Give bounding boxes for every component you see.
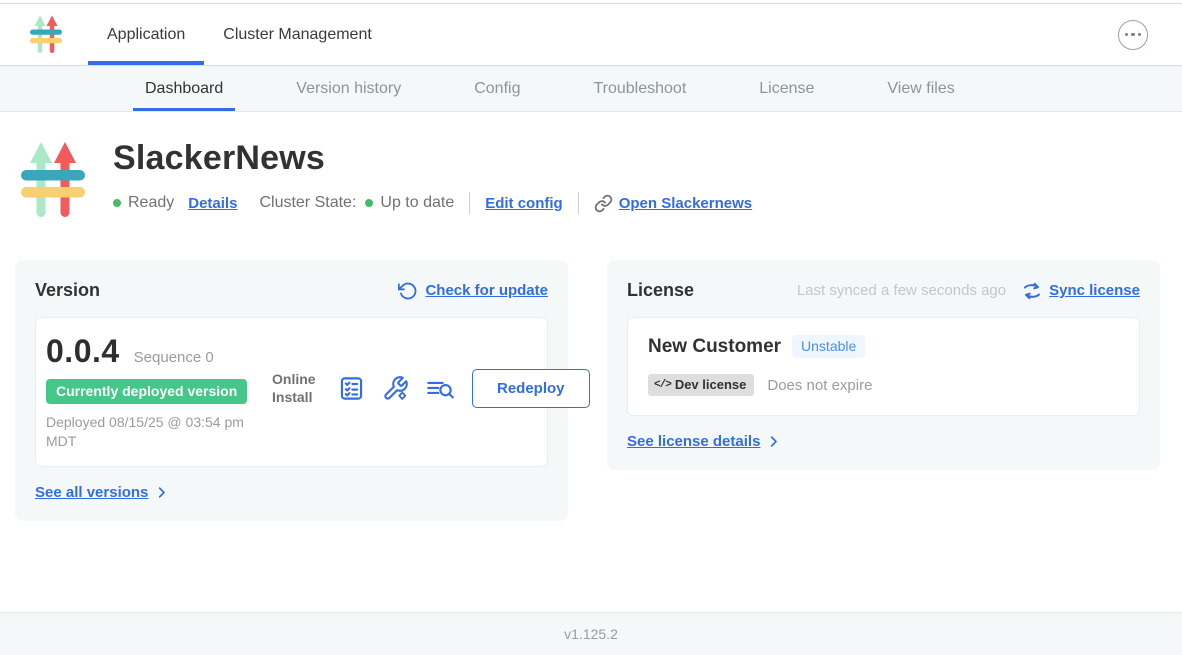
tab-view-files[interactable]: View files <box>875 66 966 111</box>
main-header: Application Cluster Management <box>0 4 1182 66</box>
header-right <box>1118 4 1182 65</box>
app-logo-small <box>0 4 88 65</box>
see-all-versions-link[interactable]: See all versions <box>35 484 548 501</box>
version-card: Version Check for update 0.0.4 Sequence … <box>15 260 568 521</box>
console-version-text: v1.125.2 <box>564 626 618 642</box>
deployed-badge: Currently deployed version <box>46 379 247 404</box>
license-type-label: Dev license <box>675 377 747 392</box>
status-divider <box>578 192 579 214</box>
app-subnav: Dashboard Version history Config Trouble… <box>0 66 1182 112</box>
console-footer: v1.125.2 <box>0 612 1182 655</box>
tab-application[interactable]: Application <box>88 4 204 65</box>
more-menu-icon[interactable] <box>1118 20 1148 50</box>
version-action-icons <box>338 375 455 402</box>
sync-license-link[interactable]: Sync license <box>1049 282 1140 299</box>
app-header-block: SlackerNews Ready Details Cluster State:… <box>0 139 1182 223</box>
slackernews-logo-icon-large <box>20 139 86 223</box>
page-title: SlackerNews <box>113 139 752 178</box>
status-divider <box>469 192 470 214</box>
cluster-state-label: Cluster State: <box>259 194 356 212</box>
open-app-label: Open Slackernews <box>619 195 752 212</box>
channel-badge: Unstable <box>792 335 865 358</box>
sync-arrows-icon <box>1022 281 1042 301</box>
tab-cluster-management[interactable]: Cluster Management <box>204 4 391 65</box>
see-license-details-label: See license details <box>627 433 760 450</box>
refresh-icon <box>398 281 418 301</box>
redeploy-button[interactable]: Redeploy <box>472 369 590 408</box>
dashboard-main: SlackerNews Ready Details Cluster State:… <box>0 112 1182 612</box>
open-app-link[interactable]: Open Slackernews <box>594 194 752 213</box>
code-icon: </> <box>654 379 671 391</box>
slackernews-logo-icon <box>28 14 64 56</box>
preflight-checks-icon[interactable] <box>338 375 365 402</box>
customer-name: New Customer <box>648 336 781 358</box>
license-card: License Last synced a few seconds ago Sy… <box>607 260 1160 470</box>
version-number: 0.0.4 <box>46 333 120 370</box>
header-tabs: Application Cluster Management <box>88 4 391 65</box>
cluster-state-dot <box>365 199 373 207</box>
check-for-update-label: Check for update <box>425 282 548 299</box>
view-files-icon[interactable] <box>426 375 455 402</box>
status-details-link[interactable]: Details <box>188 195 237 212</box>
app-status-row: Ready Details Cluster State: Up to date … <box>113 192 752 214</box>
last-synced-text: Last synced a few seconds ago <box>797 282 1006 299</box>
see-all-versions-label: See all versions <box>35 484 148 501</box>
edit-config-link[interactable]: Edit config <box>485 195 563 212</box>
deployed-timestamp: Deployed 08/15/25 @ 03:54 pm MDT <box>46 413 254 451</box>
current-version-panel: 0.0.4 Sequence 0 Currently deployed vers… <box>35 317 548 467</box>
tab-version-history[interactable]: Version history <box>284 66 413 111</box>
cluster-state-value: Up to date <box>380 194 454 212</box>
tab-config[interactable]: Config <box>462 66 532 111</box>
install-type-label: Online Install <box>272 371 322 406</box>
app-status-text: Ready <box>128 194 174 212</box>
app-status-dot <box>113 199 121 207</box>
license-expiry-text: Does not expire <box>767 377 872 394</box>
tab-license[interactable]: License <box>747 66 826 111</box>
chain-link-icon <box>594 194 613 213</box>
license-type-badge: </> Dev license <box>648 374 754 396</box>
tab-troubleshoot[interactable]: Troubleshoot <box>581 66 698 111</box>
dashboard-cards: Version Check for update 0.0.4 Sequence … <box>0 260 1182 521</box>
see-license-details-link[interactable]: See license details <box>627 433 1140 450</box>
tab-dashboard[interactable]: Dashboard <box>133 66 235 111</box>
configure-wrench-icon[interactable] <box>382 375 409 402</box>
check-for-update-link[interactable]: Check for update <box>398 281 548 301</box>
chevron-right-icon <box>154 485 169 500</box>
version-card-title: Version <box>35 280 100 301</box>
sequence-label: Sequence 0 <box>134 349 214 366</box>
chevron-right-icon <box>766 434 781 449</box>
license-card-title: License <box>627 280 694 301</box>
license-info-panel: New Customer Unstable </> Dev license Do… <box>627 317 1140 416</box>
